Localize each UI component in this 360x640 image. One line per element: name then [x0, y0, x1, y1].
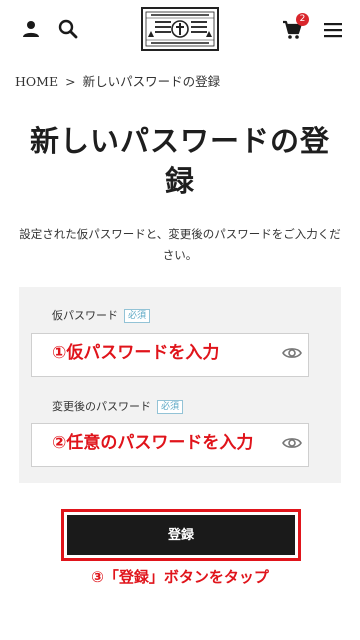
- hamburger-menu-icon[interactable]: [324, 22, 342, 38]
- breadcrumb: HOME > 新しいパスワードの登録: [15, 71, 220, 90]
- page-description: 設定された仮パスワードと、変更後のパスワードをご入力ください。: [19, 227, 341, 262]
- new-password-hint: ②任意のパスワードを入力: [52, 433, 254, 453]
- shop-logo[interactable]: [141, 7, 219, 51]
- user-icon[interactable]: [22, 20, 40, 38]
- temp-password-hint: ①仮パスワードを入力: [52, 343, 220, 363]
- cart-count-badge: 2: [296, 13, 309, 26]
- submit-highlight-frame: 登録: [61, 509, 301, 561]
- shop-logo-emblem: [145, 11, 215, 47]
- breadcrumb-home-link[interactable]: HOME: [15, 74, 58, 89]
- temp-password-input[interactable]: ①仮パスワードを入力: [31, 333, 309, 377]
- register-button[interactable]: 登録: [67, 515, 295, 555]
- new-password-label-text: 変更後のパスワード: [52, 400, 151, 413]
- breadcrumb-current: 新しいパスワードの登録: [82, 74, 221, 89]
- required-badge: 必須: [124, 309, 151, 323]
- new-password-input[interactable]: ②任意のパスワードを入力: [31, 423, 309, 467]
- site-header: 2: [0, 0, 360, 60]
- temp-password-label: 仮パスワード 必須: [52, 307, 151, 323]
- new-password-label: 変更後のパスワード 必須: [52, 398, 184, 414]
- search-icon[interactable]: [58, 19, 78, 39]
- submit-annotation: ③「登録」ボタンをタップ: [91, 568, 269, 586]
- show-password-eye-icon[interactable]: [282, 346, 302, 360]
- show-password-eye-icon[interactable]: [282, 436, 302, 450]
- required-badge: 必須: [157, 400, 184, 414]
- breadcrumb-separator: >: [65, 74, 76, 89]
- page-title: 新しいパスワードの登録: [29, 124, 330, 198]
- temp-password-label-text: 仮パスワード: [52, 309, 118, 322]
